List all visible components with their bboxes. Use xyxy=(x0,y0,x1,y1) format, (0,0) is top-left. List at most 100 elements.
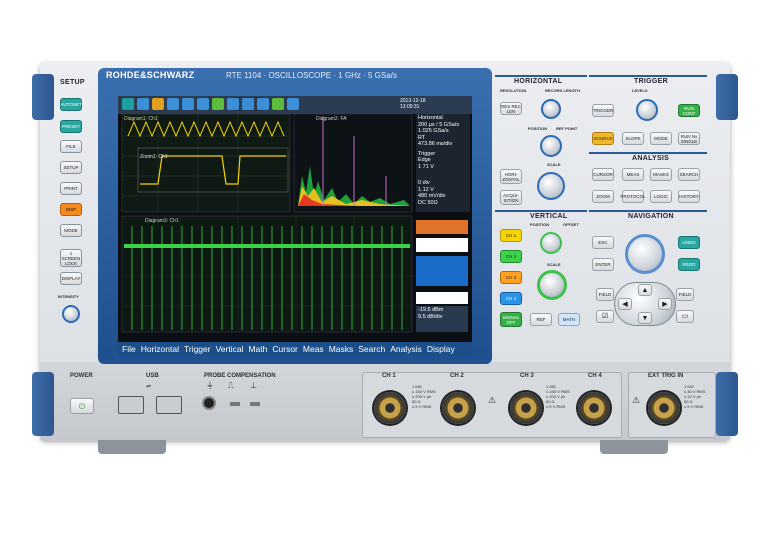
search-icon[interactable] xyxy=(212,98,224,110)
menu-masks[interactable]: Masks xyxy=(329,344,354,354)
preset-button[interactable]: PRESET xyxy=(60,120,82,133)
handle-top-right xyxy=(716,74,738,120)
menu-horizontal[interactable]: Horizontal xyxy=(141,344,179,354)
ch2-label-box xyxy=(416,292,468,304)
scale-label: SCALE xyxy=(547,162,561,167)
undo-button[interactable]: UNDO xyxy=(678,236,700,249)
home-icon[interactable] xyxy=(122,98,134,110)
redo-icon[interactable] xyxy=(137,98,149,110)
menu-math[interactable]: Math xyxy=(248,344,267,354)
ext-trig-bnc-connector[interactable] xyxy=(648,392,680,424)
arrow-right-icon[interactable]: ▶ xyxy=(658,298,672,310)
vertical-position-label: POSITION xyxy=(530,222,550,227)
ch2-bnc-connector[interactable] xyxy=(442,392,474,424)
search-button[interactable]: SEARCH xyxy=(678,168,700,181)
menu-trigger[interactable]: Trigger xyxy=(184,344,211,354)
vertical-position-knob[interactable] xyxy=(540,232,562,254)
horizontal-position-knob[interactable] xyxy=(540,135,562,157)
settings-icon[interactable] xyxy=(287,98,299,110)
ch1-bnc-connector[interactable] xyxy=(374,392,406,424)
field-right-button[interactable]: FIELD xyxy=(676,288,694,301)
menu-bar: File Horizontal Trigger Vertical Math Cu… xyxy=(118,342,472,356)
setup-button[interactable]: SETUP xyxy=(60,161,82,174)
menu-meas[interactable]: Meas xyxy=(303,344,324,354)
run-cont-button[interactable]: RUN CONT xyxy=(678,104,700,117)
redo-button[interactable]: REDO xyxy=(678,258,700,271)
probe-comp-pin-1[interactable] xyxy=(230,402,240,406)
ch34-spec: 1 MΩ ≤ 150 V RMS ≤ 200 V pk 50 Ω ≤ 5 V R… xyxy=(546,384,570,409)
menu-vertical[interactable]: Vertical xyxy=(216,344,244,354)
intensity-knob[interactable] xyxy=(62,305,80,323)
menu-cursor[interactable]: Cursor xyxy=(272,344,298,354)
math-button[interactable]: MATH xyxy=(558,313,580,326)
measure-icon[interactable] xyxy=(227,98,239,110)
ref-button[interactable]: REF xyxy=(530,313,552,326)
file-button[interactable]: FILE xyxy=(60,140,82,153)
enter-button[interactable]: ENTER xyxy=(592,258,614,271)
horizontal-scale-knob[interactable] xyxy=(537,172,565,200)
usb-port-1[interactable] xyxy=(118,396,144,414)
protocol-button[interactable]: PROTOCOL xyxy=(620,190,646,203)
menu-display[interactable]: Display xyxy=(427,344,455,354)
horizontal-button[interactable]: HORI- ZONTAL xyxy=(500,169,522,184)
ch4-bnc-connector[interactable] xyxy=(578,392,610,424)
cursor-icon[interactable] xyxy=(182,98,194,110)
trigger-level-knob[interactable] xyxy=(636,99,658,121)
source-button[interactable]: SOURCE xyxy=(592,132,614,145)
arrow-left-icon[interactable]: ◀ xyxy=(618,298,632,310)
menu-analysis[interactable]: Analysis xyxy=(390,344,422,354)
run-single-button[interactable]: RUN Nx SINGLE xyxy=(678,132,700,145)
usb-port-2[interactable] xyxy=(156,396,182,414)
display-button[interactable]: DISPLAY xyxy=(60,272,82,285)
screen-lock-button[interactable]: 1 SCREEN LOCK xyxy=(60,249,82,267)
trigger-mode-button[interactable]: MODE xyxy=(650,132,672,145)
cursor-button[interactable]: CURSOR xyxy=(592,168,614,181)
field-left-button[interactable]: FIELD xyxy=(596,288,614,301)
arrow-up-icon[interactable]: ▲ xyxy=(638,284,652,296)
ch3-button[interactable]: CH 3 xyxy=(500,271,522,284)
navigation-knob[interactable] xyxy=(625,234,665,274)
print-button[interactable]: PRINT xyxy=(60,182,82,195)
meas-button[interactable]: MEAS xyxy=(622,168,644,181)
screenshot-icon[interactable]: ▭ xyxy=(676,310,694,323)
histogram-icon[interactable] xyxy=(257,98,269,110)
mask-icon[interactable] xyxy=(242,98,254,110)
zoom-button[interactable]: ZOOM xyxy=(592,190,614,203)
spec-a-5: ≤ 5 V RMS xyxy=(412,404,432,409)
signal-off-button[interactable]: SIGNAL OFF xyxy=(500,312,522,327)
esc-button[interactable]: ESC xyxy=(592,236,614,249)
slope-button[interactable]: SLOPE xyxy=(622,132,644,145)
ch4-input-label: CH 4 xyxy=(588,373,602,379)
disp-button[interactable]: DISP xyxy=(60,203,82,216)
ch3-bnc-connector[interactable] xyxy=(510,392,542,424)
power-button[interactable]: ⏻ xyxy=(70,398,94,414)
checkbox-icon[interactable]: ☑ xyxy=(596,310,614,323)
res-rec-len-button[interactable]: RES REC LEN xyxy=(500,102,522,115)
spec-ext-5: ≤ 5 V RMS xyxy=(684,404,704,409)
autoset-button[interactable]: AUTOSET xyxy=(60,98,82,111)
menu-file[interactable]: File xyxy=(122,344,136,354)
resolution-knob[interactable] xyxy=(541,99,561,119)
spectrum-icon[interactable] xyxy=(272,98,284,110)
ext-trig-label: EXT TRIG IN xyxy=(648,373,684,379)
mode-button[interactable]: MODE xyxy=(60,224,82,237)
menu-search[interactable]: Search xyxy=(358,344,385,354)
ch2-button[interactable]: CH 2 xyxy=(500,250,522,263)
ch1-button[interactable]: CH 1 xyxy=(500,229,522,242)
masks-button[interactable]: MASKS xyxy=(650,168,672,181)
probe-comp-pin-2[interactable] xyxy=(250,402,260,406)
ground-icon-2: ⊥ xyxy=(250,381,257,390)
history-button[interactable]: HISTORY xyxy=(678,190,700,203)
trigger-button[interactable]: TRIGGER xyxy=(592,104,614,117)
logic-button[interactable]: LOGIC xyxy=(650,190,672,203)
vertical-scale-knob[interactable] xyxy=(537,270,567,300)
probe-ground-jack[interactable] xyxy=(202,396,216,410)
arrow-down-icon[interactable]: ▼ xyxy=(638,312,652,324)
ch4-button[interactable]: CH 4 xyxy=(500,292,522,305)
zoom-icon[interactable] xyxy=(197,98,209,110)
brand-logo: ROHDE&SCHWARZ xyxy=(106,70,195,80)
foot-left xyxy=(98,440,166,454)
print-icon[interactable] xyxy=(167,98,179,110)
file-icon[interactable] xyxy=(152,98,164,110)
acquisition-button[interactable]: ACQUI- SITION xyxy=(500,190,522,205)
